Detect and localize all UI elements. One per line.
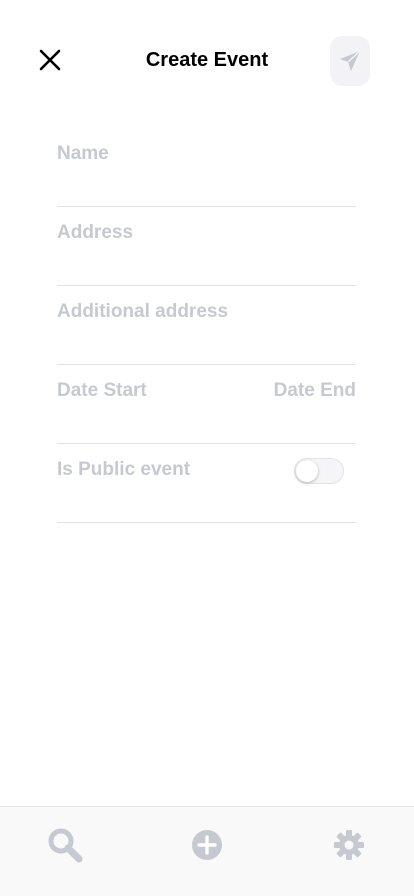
additional-address-field[interactable]: Additional address xyxy=(57,286,356,365)
tab-settings[interactable] xyxy=(329,825,369,865)
date-row: Date Start Date End xyxy=(57,365,356,444)
app-header: Create Event xyxy=(0,0,414,120)
name-field[interactable]: Name xyxy=(57,128,356,207)
paper-plane-icon xyxy=(340,50,361,71)
search-icon xyxy=(48,828,83,863)
send-button[interactable] xyxy=(330,36,370,86)
date-start-field[interactable]: Date Start xyxy=(57,379,147,403)
plus-circle-icon xyxy=(192,830,222,860)
additional-address-placeholder: Additional address xyxy=(57,301,229,322)
address-placeholder: Address xyxy=(57,222,134,243)
bottom-tab-bar xyxy=(0,806,414,896)
address-field[interactable]: Address xyxy=(57,207,356,286)
event-form: Name Address Additional address Date Sta… xyxy=(57,128,356,523)
name-placeholder: Name xyxy=(57,143,109,164)
gear-icon xyxy=(334,830,364,860)
tab-create[interactable] xyxy=(187,825,227,865)
public-event-toggle[interactable] xyxy=(294,458,344,484)
tab-search[interactable] xyxy=(45,825,85,865)
toggle-knob xyxy=(296,460,318,482)
public-event-label: Is Public event xyxy=(57,459,191,480)
date-end-field[interactable]: Date End xyxy=(274,379,356,403)
